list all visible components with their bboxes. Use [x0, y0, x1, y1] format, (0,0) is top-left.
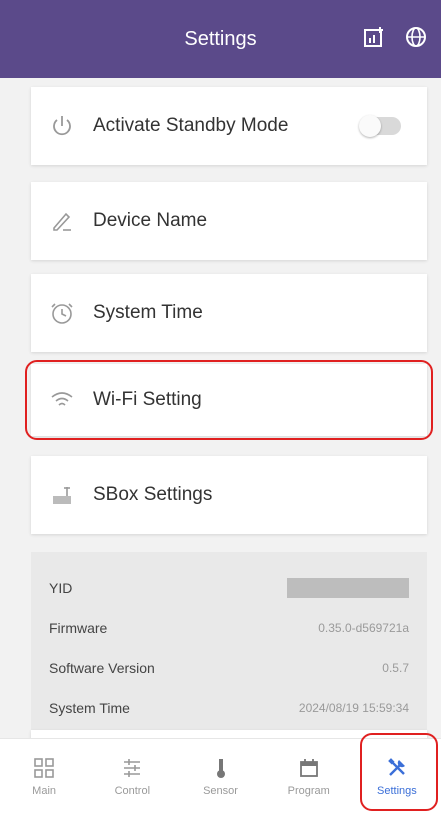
tab-program-label: Program	[287, 784, 330, 797]
router-icon	[49, 482, 75, 508]
tab-sensor[interactable]: Sensor	[176, 739, 264, 814]
standby-mode-toggle[interactable]	[359, 115, 401, 137]
settings-list: Activate Standby Mode Device Name System…	[0, 78, 441, 748]
yid-value-redacted	[287, 578, 409, 598]
system-time-info-label: System Time	[49, 700, 130, 716]
calendar-icon	[298, 757, 320, 779]
toggle-knob	[359, 115, 381, 137]
tab-settings[interactable]: Settings	[353, 739, 441, 814]
grid-icon	[33, 757, 55, 779]
chart-add-icon[interactable]	[363, 26, 385, 48]
software-version-label: Software Version	[49, 660, 155, 676]
sbox-settings-card[interactable]: SBox Settings	[31, 456, 427, 534]
wifi-setting-label: Wi-Fi Setting	[93, 389, 202, 410]
info-row-system-time: System Time 2024/08/19 15:59:34	[49, 688, 409, 728]
tab-main[interactable]: Main	[0, 739, 88, 814]
power-icon	[49, 113, 75, 139]
pencil-icon	[49, 208, 75, 234]
page-title: Settings	[184, 27, 257, 50]
standby-mode-card[interactable]: Activate Standby Mode	[31, 87, 427, 165]
header-actions	[363, 26, 427, 48]
device-info-panel: YID Firmware 0.35.0-d569721a Software Ve…	[31, 552, 427, 730]
info-row-firmware: Firmware 0.35.0-d569721a	[49, 608, 409, 648]
device-name-card[interactable]: Device Name	[31, 182, 427, 260]
yid-label: YID	[49, 580, 73, 596]
app-header: Settings	[0, 0, 441, 78]
firmware-label: Firmware	[49, 620, 108, 636]
device-name-label: Device Name	[93, 210, 208, 231]
info-row-software-version: Software Version 0.5.7	[49, 648, 409, 688]
tab-control[interactable]: Control	[88, 739, 176, 814]
tab-control-label: Control	[114, 784, 151, 797]
tab-program[interactable]: Program	[265, 739, 353, 814]
software-version-value: 0.5.7	[382, 661, 409, 675]
wifi-icon	[49, 387, 75, 413]
firmware-value: 0.35.0-d569721a	[318, 621, 409, 635]
tab-sensor-label: Sensor	[203, 784, 238, 797]
sbox-settings-label: SBox Settings	[93, 484, 213, 505]
sliders-icon	[121, 757, 143, 779]
info-row-yid: YID	[49, 568, 409, 608]
tab-main-label: Main	[32, 784, 57, 797]
system-time-label: System Time	[93, 302, 203, 323]
globe-icon[interactable]	[405, 26, 427, 48]
wifi-setting-card[interactable]: Wi-Fi Setting	[31, 364, 427, 436]
standby-mode-label: Activate Standby Mode	[93, 115, 289, 136]
thermometer-icon	[210, 757, 232, 779]
system-time-card[interactable]: System Time	[31, 274, 427, 352]
clock-icon	[49, 300, 75, 326]
system-time-value: 2024/08/19 15:59:34	[298, 701, 409, 715]
tools-icon	[386, 757, 408, 779]
tab-settings-label: Settings	[377, 784, 417, 797]
bottom-tab-bar: Main Control Sensor Program Settings	[0, 738, 441, 814]
